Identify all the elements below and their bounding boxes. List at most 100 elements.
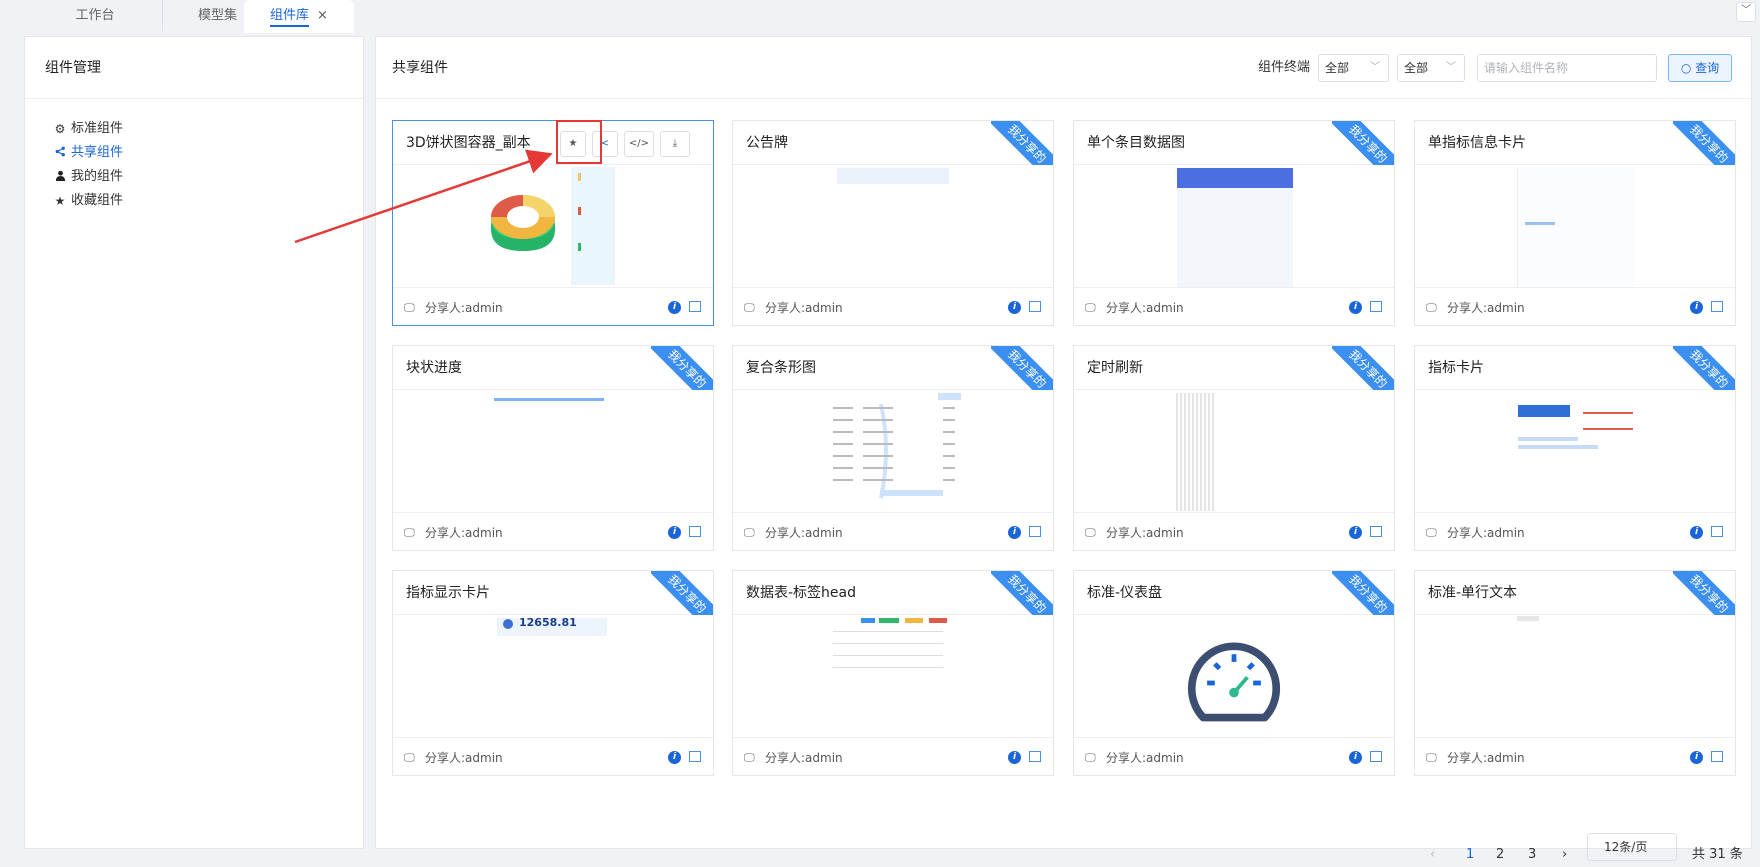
card-footer: 🖵 分享人:admin i	[393, 737, 713, 775]
sharer-text: 分享人:admin	[425, 751, 503, 765]
monitor-icon: 🖵	[404, 526, 415, 539]
card-footer: 🖵 分享人:admin i	[1415, 737, 1735, 775]
search-input[interactable]	[1477, 54, 1657, 82]
pie-3d-preview	[491, 167, 615, 285]
star-icon: ★	[54, 194, 66, 208]
card-footer: 🖵 分享人:admin i	[733, 512, 1053, 550]
card-footer: 🖵 分享人:admin i	[733, 287, 1053, 325]
monitor-icon: 🖵	[1426, 751, 1437, 764]
preview-icon[interactable]	[1370, 751, 1382, 762]
tab-workbench[interactable]: 工作台	[40, 0, 150, 31]
close-icon[interactable]: ×	[317, 8, 328, 23]
preview-icon[interactable]	[689, 301, 701, 312]
tree-item-shared[interactable]: 共享组件	[53, 141, 363, 165]
download-icon[interactable]: ⤓	[660, 131, 690, 157]
tree-item-label: 我的组件	[71, 169, 124, 184]
tree-item-standard[interactable]: ⚙ 标准组件	[53, 117, 363, 141]
card-preview	[1415, 165, 1735, 287]
card-title-text: 标准-仪表盘	[1087, 585, 1163, 601]
card-title: 3D饼状图容器_副本 ★ < </> ⤓	[393, 121, 713, 165]
share-icon	[53, 141, 67, 165]
sharer-text: 分享人:admin	[425, 526, 503, 540]
type-select[interactable]: 全部 ﹀	[1397, 54, 1465, 82]
info-icon[interactable]: i	[668, 751, 681, 764]
info-icon[interactable]: i	[1008, 751, 1021, 764]
card-footer: 🖵 分享人:admin i	[1415, 512, 1735, 550]
component-card[interactable]: 标准-仪表盘 我分享的 🖵 分享人:admin i	[1073, 570, 1395, 776]
info-icon[interactable]: i	[1349, 301, 1362, 314]
highlight-box	[556, 120, 602, 164]
card-preview	[733, 390, 1053, 512]
card-title-text: 公告牌	[746, 135, 788, 151]
component-card[interactable]: 公告牌 我分享的 🖵 分享人:admin i	[732, 120, 1054, 326]
card-footer: 🖵 分享人:admin i	[1074, 512, 1394, 550]
preview-icon[interactable]	[1370, 301, 1382, 312]
card-title-text: 复合条形图	[746, 360, 816, 376]
tree-item-mine[interactable]: 我的组件	[53, 165, 363, 189]
component-card[interactable]: 块状进度 我分享的 🖵 分享人:admin i	[392, 345, 714, 551]
sharer-text: 分享人:admin	[765, 301, 843, 315]
component-card[interactable]: 数据表-标签head 我分享的 🖵 分享人:admin i	[732, 570, 1054, 776]
card-footer: 🖵 分享人:admin i	[733, 737, 1053, 775]
panel-header: 共享组件 组件终端 全部 ﹀ 全部 ﹀ ○ 查询	[376, 37, 1751, 99]
component-card[interactable]: 3D饼状图容器_副本 ★ < </> ⤓ 🖵 分享人:admin i	[392, 120, 714, 326]
preview-icon[interactable]	[1370, 526, 1382, 537]
panel-title: 组件管理	[25, 37, 363, 99]
sharer-text: 分享人:admin	[1106, 526, 1184, 540]
page-3[interactable]: 3	[1528, 847, 1536, 862]
sharer-text: 分享人:admin	[1447, 526, 1525, 540]
info-icon[interactable]: i	[1690, 526, 1703, 539]
info-icon[interactable]: i	[668, 526, 681, 539]
info-icon[interactable]: i	[1349, 526, 1362, 539]
preview-icon[interactable]	[1711, 526, 1723, 537]
filter-label: 组件终端	[1258, 60, 1311, 75]
search-icon: ○	[1680, 61, 1696, 75]
prev-page-button[interactable]: ‹	[1430, 847, 1435, 862]
page-1[interactable]: 1	[1466, 847, 1474, 862]
card-preview	[393, 390, 713, 512]
terminal-select[interactable]: 全部 ﹀	[1318, 54, 1389, 82]
chevron-down-icon: ﹀	[1370, 62, 1380, 73]
preview-icon[interactable]	[1029, 751, 1041, 762]
select-value: 全部	[1404, 61, 1429, 75]
tree-item-label: 标准组件	[71, 121, 124, 136]
info-icon[interactable]: i	[1690, 301, 1703, 314]
info-icon[interactable]: i	[1349, 751, 1362, 764]
component-card[interactable]: 标准-单行文本 我分享的 🖵 分享人:admin i	[1414, 570, 1736, 776]
tab-component-library[interactable]: 组件库 ×	[244, 0, 354, 33]
monitor-icon: 🖵	[744, 301, 755, 314]
preview-icon[interactable]	[689, 751, 701, 762]
preview-icon[interactable]	[689, 526, 701, 537]
info-icon[interactable]: i	[1690, 751, 1703, 764]
preview-icon[interactable]	[1711, 301, 1723, 312]
page-size-select[interactable]: 12条/页	[1587, 833, 1677, 861]
component-card[interactable]: 单指标信息卡片 我分享的 🖵 分享人:admin i	[1414, 120, 1736, 326]
preview-icon[interactable]	[1029, 301, 1041, 312]
info-icon[interactable]: i	[1008, 526, 1021, 539]
card-title-text: 块状进度	[406, 360, 462, 376]
chevron-down-icon[interactable]: ﹀	[1736, 2, 1756, 22]
page-2[interactable]: 2	[1496, 847, 1504, 862]
component-card[interactable]: 单个条目数据图 我分享的 🖵 分享人:admin i	[1073, 120, 1395, 326]
tree-item-favorites[interactable]: ★ 收藏组件	[53, 189, 363, 213]
component-card[interactable]: 指标卡片 我分享的 🖵 分享人:admin i	[1414, 345, 1736, 551]
info-icon[interactable]: i	[1008, 301, 1021, 314]
indicator-value: 12658.81	[519, 616, 577, 629]
query-button[interactable]: ○ 查询	[1668, 54, 1732, 82]
code-icon[interactable]: </>	[624, 131, 654, 157]
monitor-icon: 🖵	[1426, 301, 1437, 314]
info-icon[interactable]: i	[668, 301, 681, 314]
preview-icon[interactable]	[1711, 751, 1723, 762]
sharer-text: 分享人:admin	[1106, 301, 1184, 315]
card-preview: 12658.81	[393, 615, 713, 737]
sharer-text: 分享人:admin	[1447, 301, 1525, 315]
preview-icon[interactable]	[1029, 526, 1041, 537]
component-card[interactable]: 复合条形图 我分享的 🖵 分享人:admin i	[732, 345, 1054, 551]
component-card[interactable]: 指标显示卡片 我分享的 12658.81 🖵 分享人:admin i	[392, 570, 714, 776]
monitor-icon: 🖵	[744, 751, 755, 764]
card-title-text: 指标卡片	[1428, 360, 1484, 376]
component-card[interactable]: 定时刷新 我分享的 🖵 分享人:admin i	[1073, 345, 1395, 551]
next-page-button[interactable]: ›	[1562, 847, 1567, 862]
tab-label: 模型集	[197, 8, 237, 23]
select-value: 全部	[1325, 61, 1350, 75]
